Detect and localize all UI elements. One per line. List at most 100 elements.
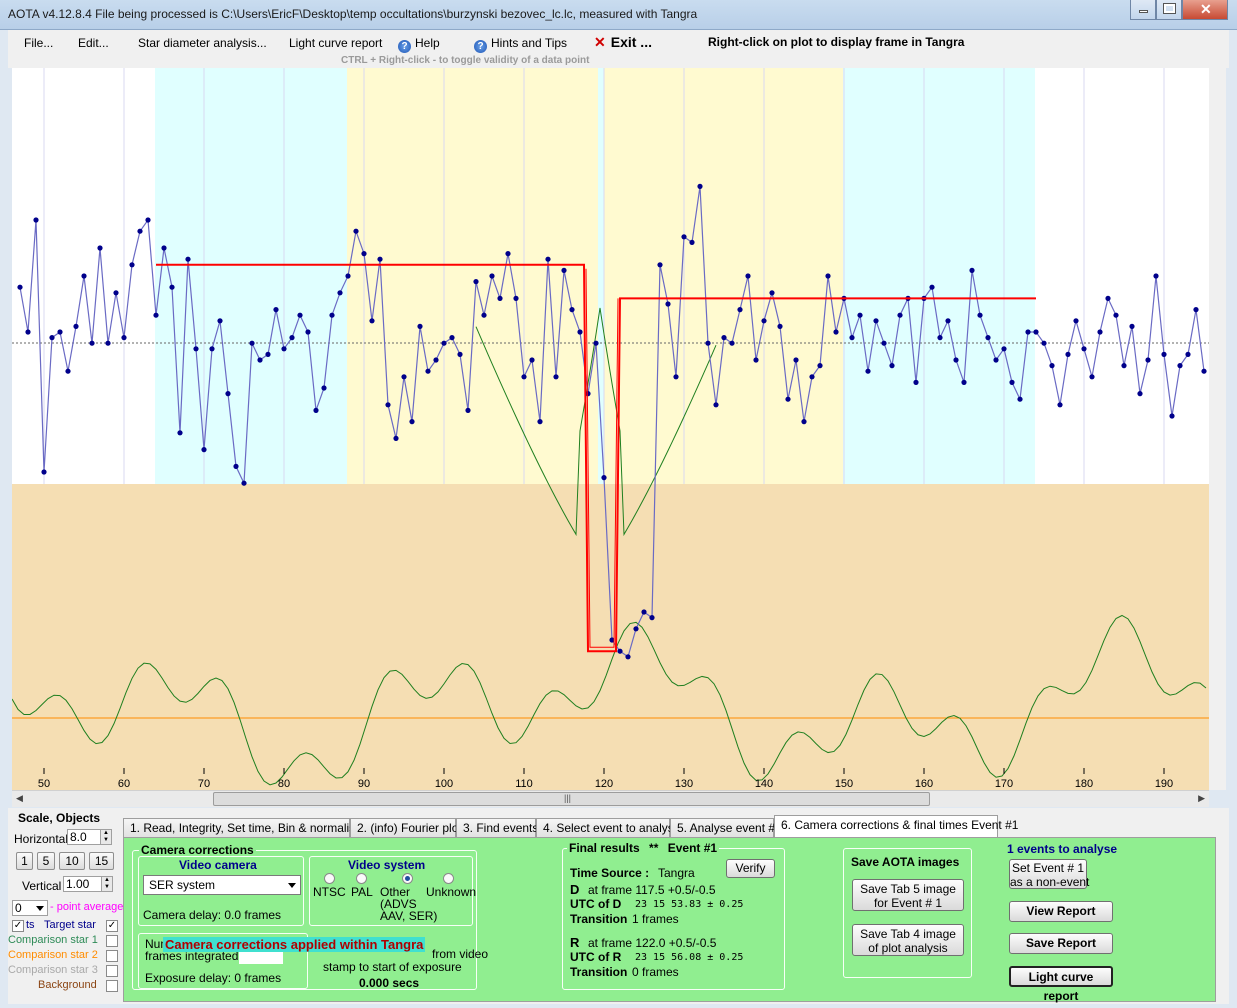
data-point[interactable] [129,262,135,268]
data-point[interactable] [649,615,655,621]
data-point[interactable] [1097,329,1103,335]
tab-camera-corrections[interactable]: 6. Camera corrections & final times Even… [774,815,1018,837]
data-point[interactable] [505,251,511,257]
frames-integrated-input[interactable] [239,952,283,964]
data-point[interactable] [473,279,479,285]
data-point[interactable] [321,385,327,391]
data-point[interactable] [369,318,375,324]
point-average-select[interactable]: 0 [12,900,48,916]
data-point[interactable] [41,469,47,475]
data-point[interactable] [929,284,935,290]
data-point[interactable] [1073,318,1079,324]
data-point[interactable] [545,256,551,262]
data-point[interactable] [849,335,855,341]
data-point[interactable] [417,323,423,329]
data-point[interactable] [57,329,63,335]
data-point[interactable] [681,234,687,240]
data-point[interactable] [873,318,879,324]
data-point[interactable] [1041,340,1047,346]
data-point[interactable] [329,312,335,318]
data-point[interactable] [185,256,191,262]
verify-button[interactable]: Verify [726,859,775,878]
spin-arrows-icon[interactable]: ▲ ▼ [101,877,112,891]
data-point[interactable] [297,312,303,318]
data-point[interactable] [633,626,639,632]
data-point[interactable] [713,402,719,408]
data-point[interactable] [961,379,967,385]
data-point[interactable] [657,262,663,268]
scroll-thumb[interactable]: ||| [213,792,930,806]
data-point[interactable] [729,340,735,346]
data-point[interactable] [497,295,503,301]
comp3-checkbox[interactable] [106,965,118,977]
data-point[interactable] [49,335,55,341]
data-point[interactable] [193,346,199,352]
data-point[interactable] [889,363,895,369]
data-point[interactable] [1065,351,1071,357]
data-point[interactable] [1009,379,1015,385]
data-point[interactable] [89,340,95,346]
data-point[interactable] [785,396,791,402]
data-point[interactable] [1185,351,1191,357]
other-radio[interactable] [402,873,413,884]
data-point[interactable] [105,340,111,346]
data-point[interactable] [1121,363,1127,369]
data-point[interactable] [433,357,439,363]
data-point[interactable] [937,335,943,341]
data-point[interactable] [801,419,807,425]
data-point[interactable] [1001,346,1007,352]
data-point[interactable] [857,312,863,318]
data-point[interactable] [17,284,23,290]
save-report-button[interactable]: Save Report [1009,933,1113,954]
data-point[interactable] [361,251,367,257]
data-point[interactable] [313,407,319,413]
spin-arrows-icon[interactable]: ▲ ▼ [100,830,111,844]
menu-star-diameter[interactable]: Star diameter analysis... [138,36,267,50]
data-point[interactable] [881,340,887,346]
data-point[interactable] [625,654,631,660]
data-point[interactable] [97,245,103,251]
scale-15-button[interactable]: 15 [89,852,114,870]
data-point[interactable] [273,307,279,313]
data-point[interactable] [945,318,951,324]
data-point[interactable] [305,329,311,335]
data-point[interactable] [201,447,207,453]
background-checkbox[interactable] [106,980,118,992]
data-point[interactable] [1081,346,1087,352]
tab-analyse-event[interactable]: 5. Analyse event #1 [670,818,782,837]
data-point[interactable] [409,419,415,425]
data-point[interactable] [233,463,239,469]
data-point[interactable] [593,340,599,346]
menu-help[interactable]: ? Help [398,36,440,53]
data-point[interactable] [753,357,759,363]
data-point[interactable] [353,228,359,234]
data-point[interactable] [617,648,623,654]
data-point[interactable] [1193,307,1199,313]
data-point[interactable] [969,267,975,273]
view-report-button[interactable]: View Report [1009,901,1113,922]
data-point[interactable] [1017,396,1023,402]
data-point[interactable] [241,480,247,486]
data-point[interactable] [81,273,87,279]
save-tab4-image-button[interactable]: Save Tab 4 image of plot analysis [852,924,964,956]
menu-exit[interactable]: ✕ Exit ... [594,34,652,51]
tab-select-event[interactable]: 4. Select event to analyse [536,818,680,837]
data-point[interactable] [113,290,119,296]
data-point[interactable] [665,301,671,307]
maximize-button[interactable] [1156,0,1182,20]
data-point[interactable] [1177,363,1183,369]
data-point[interactable] [833,329,839,335]
data-point[interactable] [177,430,183,436]
target-star-checkbox[interactable]: ✓ [106,920,118,932]
data-point[interactable] [345,273,351,279]
data-point[interactable] [385,402,391,408]
data-point[interactable] [465,407,471,413]
data-point[interactable] [569,307,575,313]
points-checkbox[interactable]: ✓ [12,920,24,932]
data-point[interactable] [145,217,151,223]
data-point[interactable] [553,374,559,380]
comp1-checkbox[interactable] [106,935,118,947]
menu-file[interactable]: File... [24,36,53,50]
data-point[interactable] [1033,329,1039,335]
data-point[interactable] [689,239,695,245]
